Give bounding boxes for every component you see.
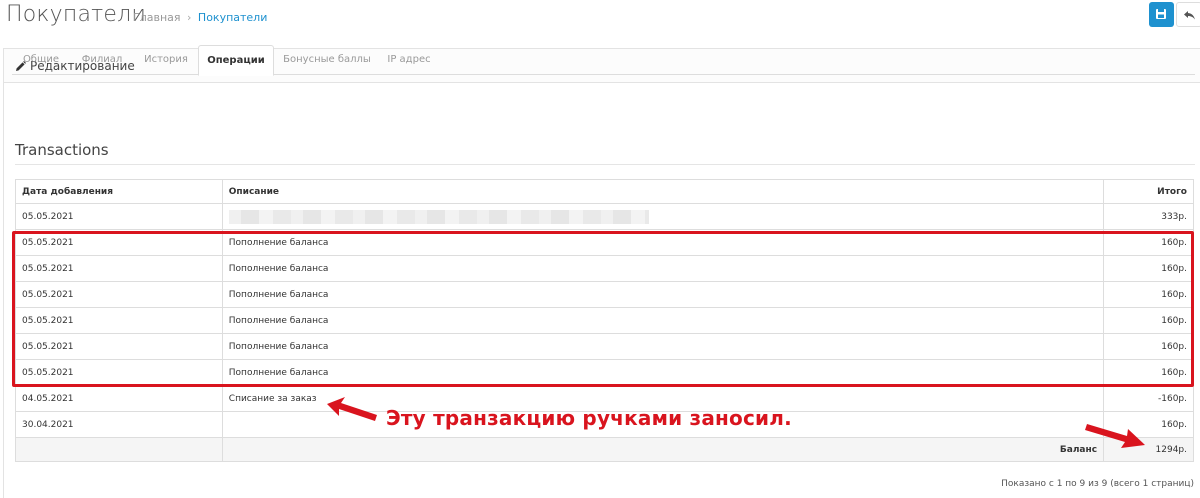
pagination-info: Показано с 1 по 9 из 9 (всего 1 страниц) [1001,479,1194,489]
section-title: Transactions [15,141,109,159]
table-row: 05.05.2021 Пополнение баланса 160р. [15,359,1194,386]
table-row: 05.05.2021 333р. [15,203,1194,230]
cell-description: Пополнение баланса [221,307,1105,334]
table-row: 05.05.2021 Пополнение баланса 160р. [15,255,1194,282]
breadcrumb: Главная › Покупатели [133,11,267,24]
redacted-description [228,209,649,224]
balance-row: Баланс 1294р. [15,437,1194,462]
tab-bar: Общие Филиал История Операции Бонусные б… [12,45,1195,76]
annotation-text: Эту транзакцию ручками заносил. [386,406,792,430]
cell-total: 160р. [1103,281,1194,308]
page-header: Покупатели Главная › Покупатели [0,0,1200,38]
cell-description: Пополнение баланса [221,281,1105,308]
section-divider [15,164,1195,165]
table-header-row: Дата добавления Описание Итого [15,179,1194,204]
cell-date: 05.05.2021 [15,255,223,282]
breadcrumb-home[interactable]: Главная [133,11,181,24]
save-icon [1156,9,1166,19]
breadcrumb-separator: › [187,11,192,24]
balance-empty-cell [15,437,223,462]
table-row: 05.05.2021 Пополнение баланса 160р. [15,307,1194,334]
cell-description: Пополнение баланса [221,255,1105,282]
reply-icon [1184,11,1195,20]
cell-description [221,203,1105,230]
cell-date: 05.05.2021 [15,307,223,334]
tab-history[interactable]: История [134,45,198,75]
cell-description: Пополнение баланса [221,333,1105,360]
cell-date: 05.05.2021 [15,333,223,360]
cell-total: -160р. [1103,385,1194,412]
cell-date: 05.05.2021 [15,229,223,256]
tab-ip-address[interactable]: IP адрес [379,45,439,75]
cell-description: Пополнение баланса [221,229,1105,256]
cell-date: 30.04.2021 [15,411,223,438]
cell-date: 05.05.2021 [15,359,223,386]
table-row: 05.05.2021 Пополнение баланса 160р. [15,281,1194,308]
save-button[interactable] [1149,2,1174,27]
annotation-arrow-left-icon [327,397,377,421]
back-button[interactable] [1176,2,1200,27]
tab-branch[interactable]: Филиал [72,45,132,75]
cell-total: 160р. [1103,333,1194,360]
cell-total: 160р. [1103,359,1194,386]
column-header-description[interactable]: Описание [221,179,1105,204]
cell-date: 04.05.2021 [15,385,223,412]
table-row: 05.05.2021 Пополнение баланса 160р. [15,333,1194,360]
tab-operations[interactable]: Операции [198,45,274,76]
cell-date: 05.05.2021 [15,281,223,308]
tab-general[interactable]: Общие [12,45,70,75]
column-header-total[interactable]: Итого [1103,179,1194,204]
column-header-date[interactable]: Дата добавления [15,179,223,204]
table-row: 05.05.2021 Пополнение баланса 160р. [15,229,1194,256]
balance-label: Баланс [221,437,1105,462]
tab-bonus-points[interactable]: Бонусные баллы [277,45,377,75]
cell-description: Пополнение баланса [221,359,1105,386]
annotation-arrow-right-icon [1085,424,1145,448]
page-title: Покупатели [6,2,147,27]
cell-total: 160р. [1103,307,1194,334]
cell-total: 160р. [1103,229,1194,256]
breadcrumb-current[interactable]: Покупатели [198,11,267,24]
cell-total: 160р. [1103,255,1194,282]
cell-total: 333р. [1103,203,1194,230]
cell-date: 05.05.2021 [15,203,223,230]
